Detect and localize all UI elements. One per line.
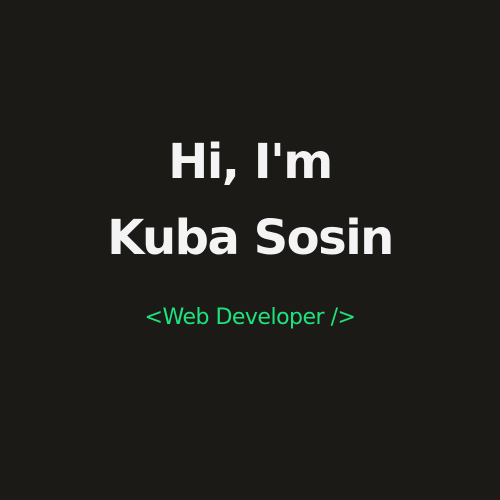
hero-role: <Web Developer /> [144,305,356,330]
hero-section: Hi, I'm Kuba Sosin <Web Developer /> [0,0,500,500]
hero-greeting: Hi, I'm [168,134,333,190]
hero-heading: Hi, I'm Kuba Sosin [0,124,500,276]
hero-name: Kuba Sosin [107,210,394,266]
